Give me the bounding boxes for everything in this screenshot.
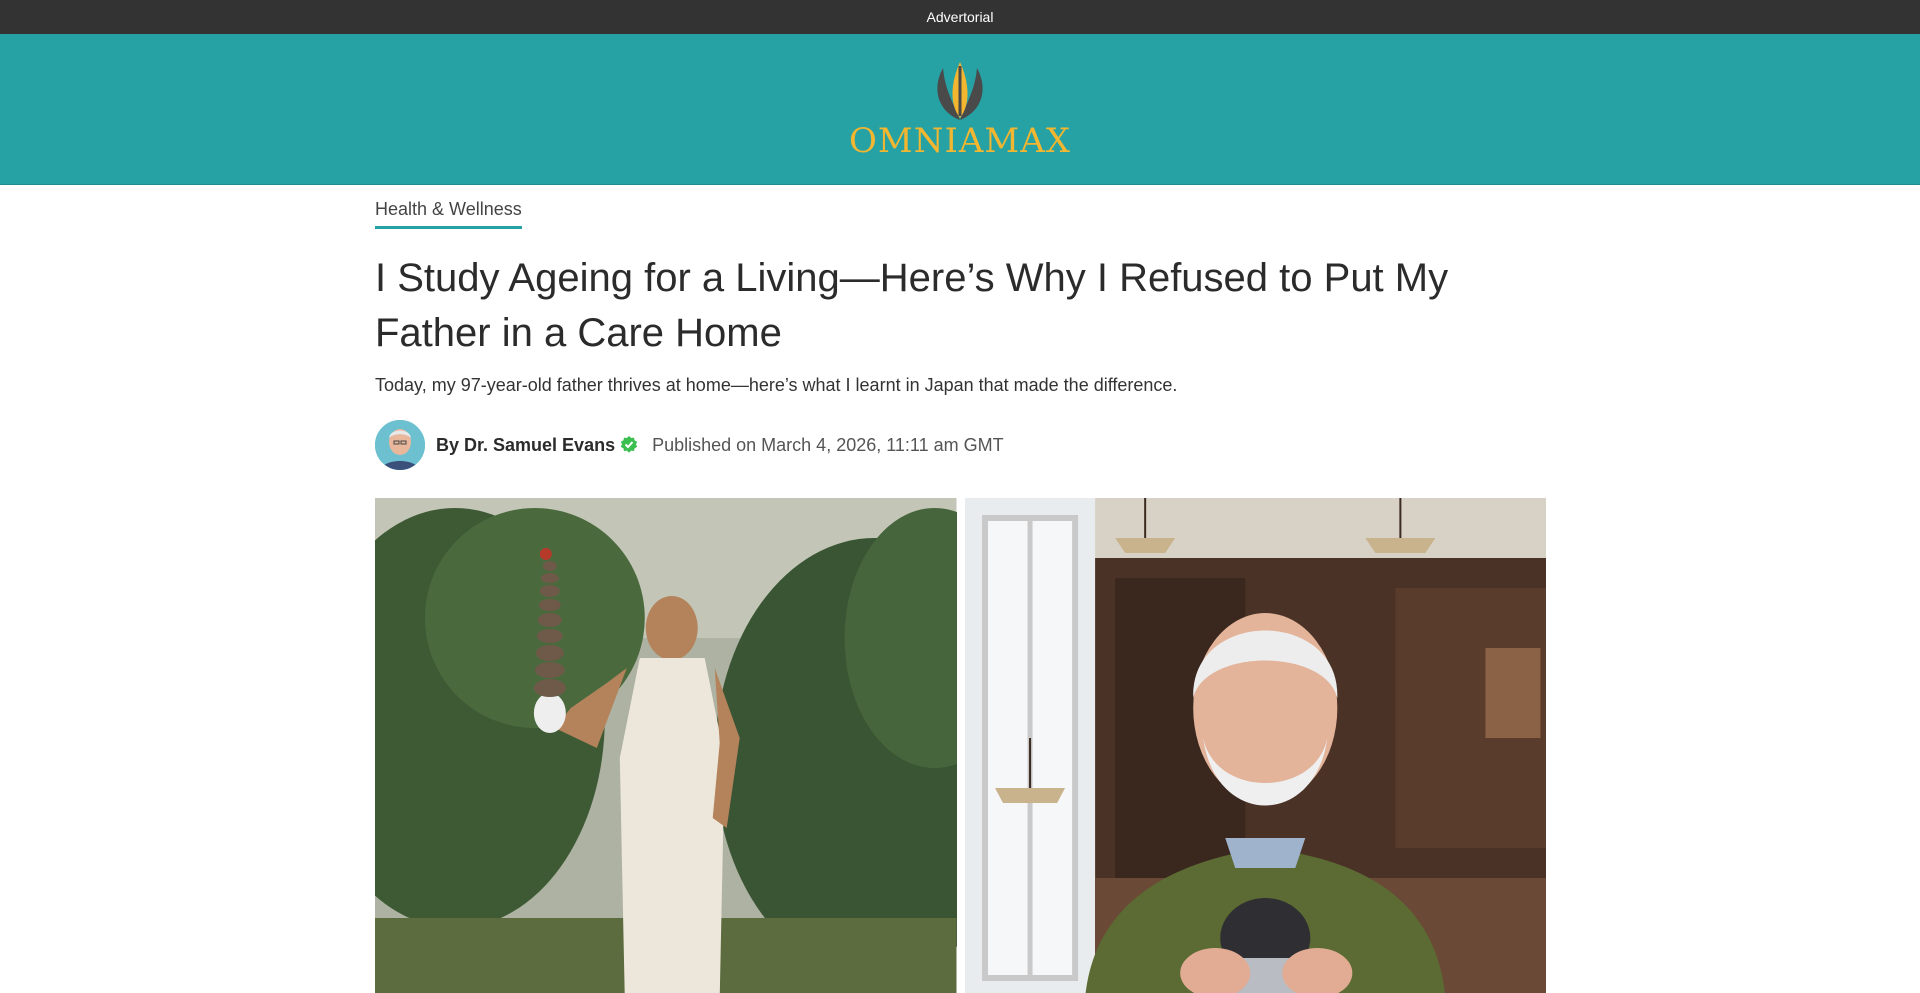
site-logo[interactable]: OMNIAMAX xyxy=(849,60,1071,158)
author-name[interactable]: By Dr. Samuel Evans xyxy=(436,435,615,456)
brand-wordmark: OMNIAMAX xyxy=(849,121,1071,161)
author-avatar xyxy=(375,420,425,470)
flame-logo-icon xyxy=(937,62,983,120)
article-subtitle: Today, my 97-year-old father thrives at … xyxy=(375,375,1178,395)
category-link[interactable]: Health & Wellness xyxy=(375,199,522,229)
article-title: I Study Ageing for a Living—Here’s Why I… xyxy=(375,256,1449,355)
advertorial-label: Advertorial xyxy=(926,9,994,25)
article: Health & Wellness I Study Ageing for a L… xyxy=(375,185,1546,993)
hero-image xyxy=(375,498,1546,993)
verified-check-icon xyxy=(620,436,638,454)
advertorial-bar: Advertorial xyxy=(0,0,1920,34)
hero-image-left xyxy=(375,498,957,993)
site-header: OMNIAMAX xyxy=(0,34,1920,185)
byline: By Dr. Samuel Evans Published on March 4… xyxy=(375,420,1546,470)
publish-date: Published on March 4, 2026, 11:11 am GMT xyxy=(652,434,1004,455)
hero-image-right xyxy=(964,498,1546,993)
